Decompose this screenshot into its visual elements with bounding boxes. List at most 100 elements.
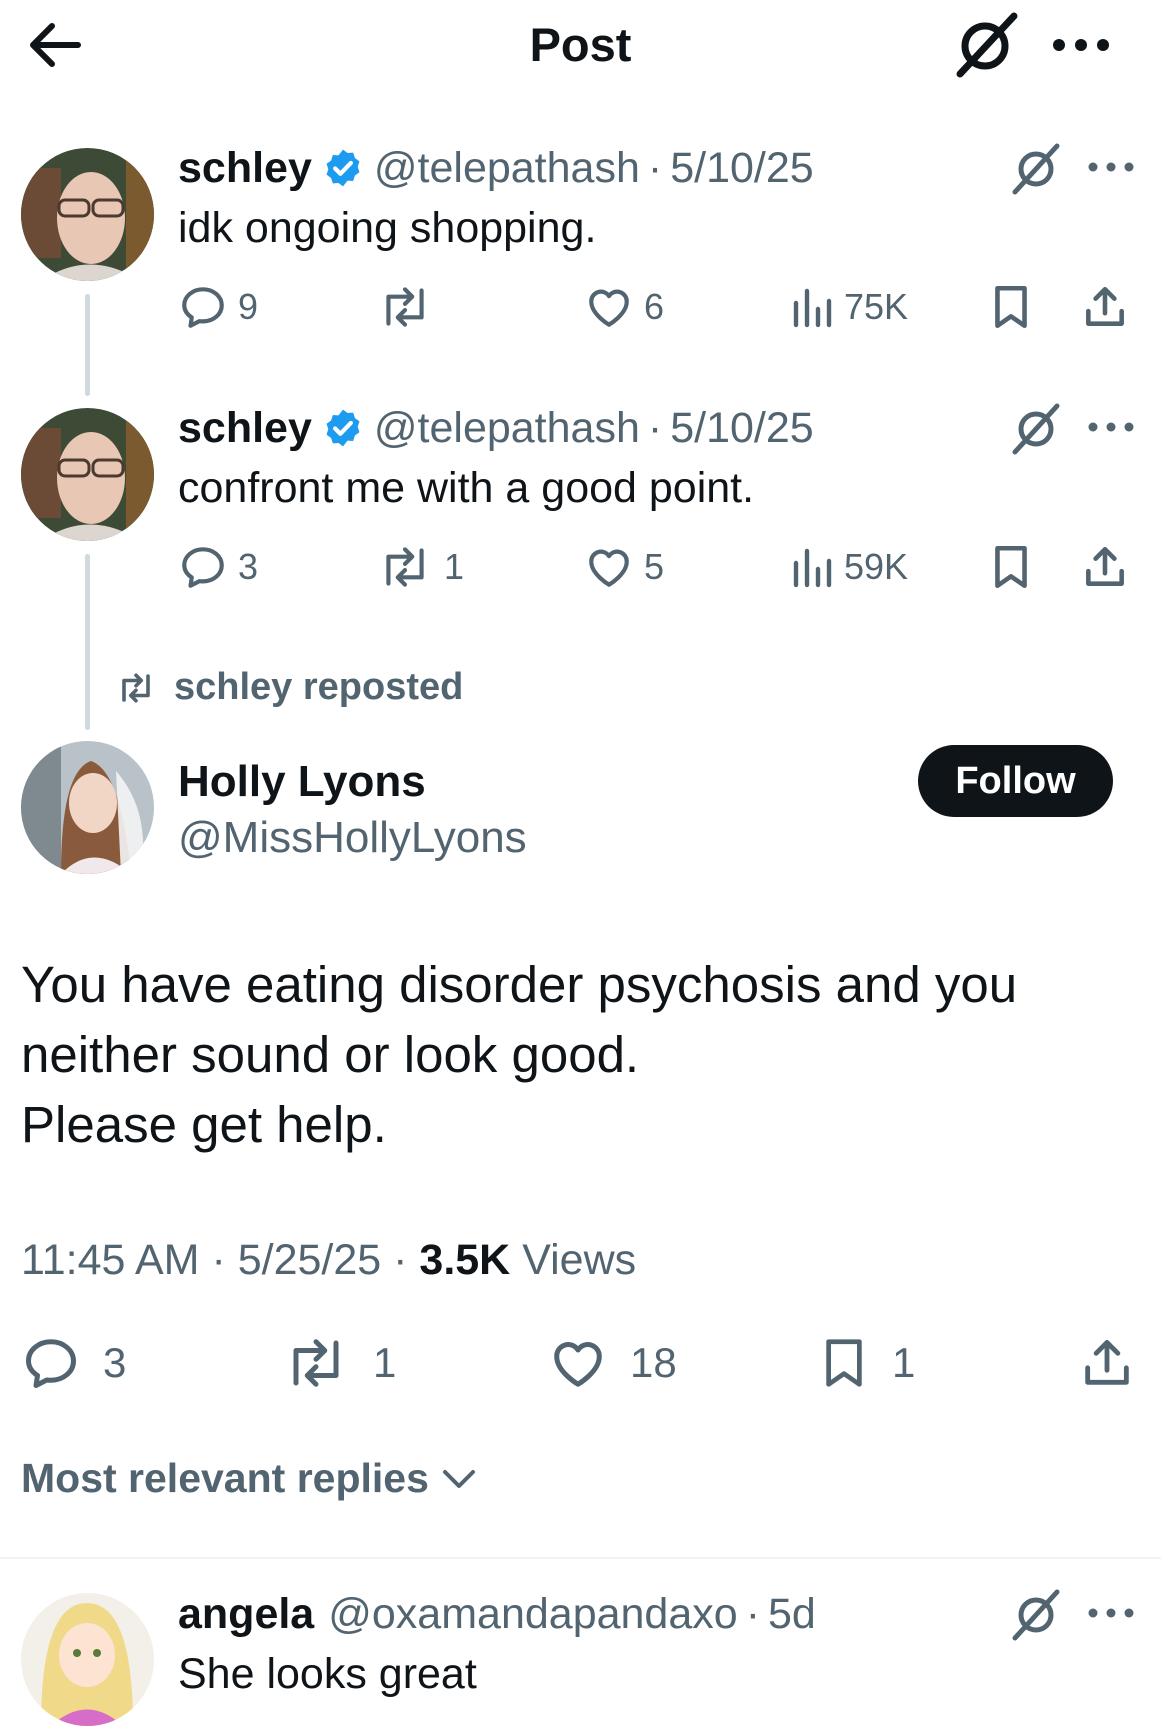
handle[interactable]: @oxamandapandaxo	[328, 1586, 737, 1642]
share-button[interactable]	[1078, 1333, 1158, 1393]
views-button[interactable]: 75K	[790, 282, 908, 332]
avatar[interactable]	[21, 408, 154, 541]
reply-button[interactable]: 9	[178, 282, 258, 332]
like-count: 18	[630, 1339, 677, 1386]
display-name[interactable]: Holly Lyons	[178, 752, 426, 812]
bookmark-button[interactable]	[988, 282, 1044, 332]
back-button[interactable]	[22, 14, 90, 76]
arrow-left-icon	[30, 23, 81, 67]
handle[interactable]: @MissHollyLyons	[178, 808, 527, 868]
tweet-header: angela @oxamandapandaxo · 5d	[178, 1586, 816, 1642]
reply-text: She looks great	[178, 1650, 477, 1698]
bookmark-count: 1	[892, 1339, 916, 1386]
reply-count: 3	[103, 1339, 127, 1386]
grok-button[interactable]	[1005, 398, 1065, 458]
repost-icon	[293, 1339, 339, 1387]
grok-icon	[1012, 1589, 1060, 1641]
repost-button[interactable]	[376, 282, 444, 332]
heart-icon	[554, 1342, 602, 1387]
more-horizontal-icon	[1088, 422, 1134, 432]
tweet-header: schley @telepathash · 5/10/25	[178, 140, 814, 196]
timestamp[interactable]: 5/10/25	[670, 140, 813, 196]
post-meta: 11:45 AM · 5/25/25 · 3.5K Views	[21, 1232, 636, 1288]
reply-icon	[182, 287, 224, 328]
share-icon	[1085, 1340, 1129, 1385]
verified-badge-icon	[326, 409, 360, 447]
divider	[0, 1557, 1161, 1559]
avatar[interactable]	[21, 1593, 154, 1726]
like-button[interactable]: 18	[548, 1333, 677, 1393]
more-horizontal-icon	[1088, 1608, 1134, 1618]
tweet-header: schley @telepathash · 5/10/25	[178, 400, 814, 456]
grok-button[interactable]	[1005, 138, 1065, 198]
display-name[interactable]: angela	[178, 1586, 314, 1642]
separator-dot: ·	[381, 1236, 420, 1284]
like-button[interactable]: 5	[584, 542, 664, 592]
more-options-button[interactable]	[1084, 412, 1138, 442]
views-count: 3.5K	[419, 1236, 511, 1284]
separator-dot: ·	[647, 404, 663, 452]
tweet-text: idk ongoing shopping.	[178, 204, 597, 252]
bookmark-icon	[826, 1339, 862, 1387]
post-date[interactable]: 5/25/25	[238, 1236, 381, 1284]
timestamp[interactable]: 5/10/25	[670, 400, 813, 456]
like-count: 5	[644, 546, 665, 587]
reply-count: 9	[238, 286, 259, 327]
separator-dot: ·	[745, 1590, 761, 1638]
display-name[interactable]: schley	[178, 400, 312, 456]
display-name[interactable]: schley	[178, 140, 312, 196]
view-count: 75K	[844, 286, 909, 327]
separator-dot: ·	[647, 144, 663, 192]
views-button[interactable]: 59K	[790, 542, 908, 592]
follow-button[interactable]: Follow	[918, 745, 1113, 817]
share-icon	[1086, 287, 1124, 326]
view-count: 59K	[844, 546, 909, 587]
tweet-text: confront me with a good point.	[178, 464, 755, 512]
more-options-button[interactable]	[1084, 152, 1138, 182]
more-options-button[interactable]	[1048, 22, 1114, 68]
avatar[interactable]	[21, 148, 154, 281]
reply-button[interactable]: 3	[21, 1333, 126, 1393]
bookmark-button[interactable]	[988, 542, 1044, 592]
grok-icon	[1012, 143, 1060, 195]
heart-icon	[589, 549, 629, 587]
grok-button[interactable]	[1005, 1584, 1065, 1644]
like-button[interactable]: 6	[584, 282, 664, 332]
repost-icon	[122, 672, 150, 703]
reply-icon	[182, 547, 224, 588]
share-button[interactable]	[1080, 542, 1140, 592]
reply-count: 3	[238, 546, 259, 587]
like-count: 6	[644, 286, 665, 327]
repost-button[interactable]: 1	[281, 1333, 396, 1393]
share-icon	[1086, 547, 1124, 586]
heart-icon	[589, 289, 629, 327]
post-time[interactable]: 11:45 AM	[21, 1236, 200, 1284]
thread-connector	[85, 554, 90, 730]
bookmark-button[interactable]: 1	[818, 1333, 915, 1393]
replies-sort-dropdown[interactable]: Most relevant replies	[21, 1455, 479, 1502]
grok-button[interactable]	[948, 10, 1022, 80]
timestamp[interactable]: 5d	[768, 1586, 816, 1642]
repost-button[interactable]: 1	[376, 542, 464, 592]
avatar[interactable]	[21, 741, 154, 874]
bookmark-icon	[995, 285, 1027, 329]
repost-banner[interactable]: schley reposted	[114, 666, 463, 709]
bookmark-icon	[995, 545, 1027, 589]
reply-button[interactable]: 3	[178, 542, 258, 592]
reply-icon	[26, 1339, 76, 1388]
grok-icon	[956, 12, 1018, 78]
analytics-icon	[793, 288, 832, 328]
repost-count: 1	[373, 1339, 397, 1386]
separator-dot: ·	[199, 1236, 238, 1284]
more-options-button[interactable]	[1084, 1598, 1138, 1628]
chevron-down-icon	[442, 1469, 475, 1488]
repost-banner-label: schley reposted	[174, 666, 464, 708]
post-text: You have eating disorder psychosis and y…	[21, 956, 1018, 1153]
repost-icon	[386, 547, 424, 587]
repost-count: 1	[444, 546, 465, 587]
handle[interactable]: @telepathash	[374, 400, 640, 456]
repost-icon	[386, 287, 424, 327]
grok-icon	[1012, 403, 1060, 455]
handle[interactable]: @telepathash	[374, 140, 640, 196]
share-button[interactable]	[1080, 282, 1140, 332]
